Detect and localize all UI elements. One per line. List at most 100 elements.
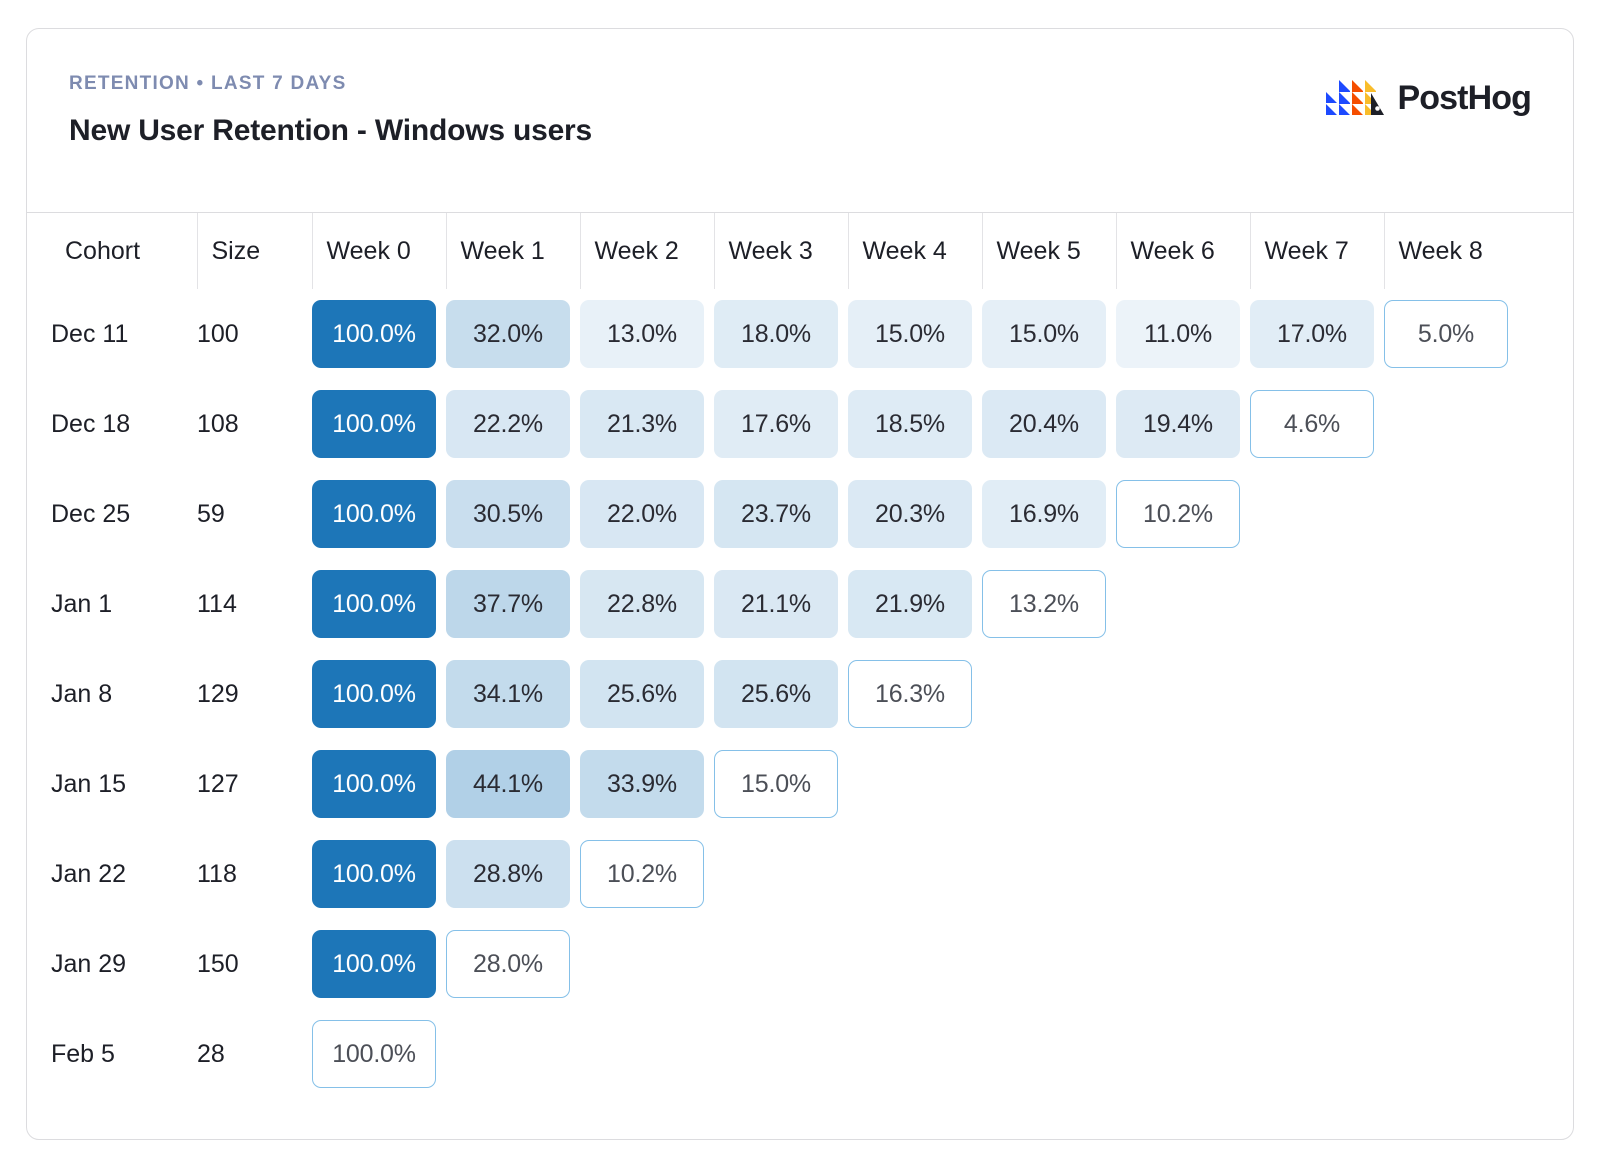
retention-cell-empty (1250, 480, 1374, 548)
cohort-size: 129 (197, 649, 312, 739)
cohort-label: Jan 1 (51, 559, 197, 649)
retention-cell-slot: 17.0% (1250, 289, 1384, 379)
retention-cell-slot: 100.0% (312, 289, 446, 379)
retention-cell-slot: 100.0% (312, 469, 446, 559)
cohort-label: Feb 5 (51, 1009, 197, 1099)
retention-cell[interactable]: 33.9% (580, 750, 704, 818)
retention-cell[interactable]: 25.6% (580, 660, 704, 728)
retention-cell-slot (714, 1009, 848, 1099)
retention-cell[interactable]: 18.0% (714, 300, 838, 368)
cohort-size: 59 (197, 469, 312, 559)
retention-cell[interactable]: 100.0% (312, 570, 436, 638)
retention-cell[interactable]: 22.2% (446, 390, 570, 458)
retention-cell-slot: 100.0% (312, 919, 446, 1009)
retention-cell[interactable]: 44.1% (446, 750, 570, 818)
posthog-brand: PostHog (1326, 73, 1531, 122)
retention-cell-current[interactable]: 4.6% (1250, 390, 1374, 458)
retention-cell-empty (982, 660, 1106, 728)
table-row: Jan 1114100.0%37.7%22.8%21.1%21.9%13.2% (51, 559, 1518, 649)
retention-cell-current[interactable]: 16.3% (848, 660, 972, 728)
retention-cell-empty (1384, 570, 1508, 638)
retention-cell-empty (1384, 930, 1508, 998)
retention-cell[interactable]: 25.6% (714, 660, 838, 728)
retention-cell-slot: 19.4% (1116, 379, 1250, 469)
retention-cell-slot: 15.0% (848, 289, 982, 379)
retention-cell[interactable]: 18.5% (848, 390, 972, 458)
retention-cell-current[interactable]: 13.2% (982, 570, 1106, 638)
retention-cell-empty (1116, 570, 1240, 638)
retention-cell[interactable]: 21.1% (714, 570, 838, 638)
column-header-week-3: Week 3 (714, 213, 848, 289)
brand-name: PostHog (1398, 81, 1531, 115)
retention-cell-current[interactable]: 10.2% (580, 840, 704, 908)
cohort-size: 108 (197, 379, 312, 469)
retention-cell-empty (1116, 840, 1240, 908)
retention-cell-slot (848, 739, 982, 829)
retention-cell-current[interactable]: 10.2% (1116, 480, 1240, 548)
retention-cell-empty (848, 1020, 972, 1088)
retention-cell[interactable]: 100.0% (312, 840, 436, 908)
retention-cell[interactable]: 15.0% (848, 300, 972, 368)
retention-cell-slot (848, 829, 982, 919)
retention-cell[interactable]: 19.4% (1116, 390, 1240, 458)
retention-cell[interactable]: 17.0% (1250, 300, 1374, 368)
retention-cell[interactable]: 22.8% (580, 570, 704, 638)
retention-cell-slot (982, 1009, 1116, 1099)
retention-cell[interactable]: 28.8% (446, 840, 570, 908)
retention-cell[interactable]: 21.3% (580, 390, 704, 458)
retention-cell-slot: 20.3% (848, 469, 982, 559)
column-header-week-1: Week 1 (446, 213, 580, 289)
cohort-size: 114 (197, 559, 312, 649)
retention-cell-empty (580, 1020, 704, 1088)
retention-cell-slot (1250, 559, 1384, 649)
retention-cell-slot: 15.0% (714, 739, 848, 829)
retention-cell-slot (714, 919, 848, 1009)
retention-cell[interactable]: 21.9% (848, 570, 972, 638)
retention-cell[interactable]: 22.0% (580, 480, 704, 548)
retention-cell[interactable]: 100.0% (312, 300, 436, 368)
retention-cell[interactable]: 30.5% (446, 480, 570, 548)
retention-cell[interactable]: 100.0% (312, 750, 436, 818)
retention-cell-current[interactable]: 28.0% (446, 930, 570, 998)
retention-cell-current[interactable]: 5.0% (1384, 300, 1508, 368)
retention-cell-slot (1116, 1009, 1250, 1099)
retention-cell[interactable]: 100.0% (312, 930, 436, 998)
retention-cell-empty (1250, 1020, 1374, 1088)
retention-cell-slot: 5.0% (1384, 289, 1518, 379)
retention-cell[interactable]: 100.0% (312, 660, 436, 728)
retention-cell-slot: 10.2% (1116, 469, 1250, 559)
retention-cell[interactable]: 11.0% (1116, 300, 1240, 368)
cohort-label: Jan 8 (51, 649, 197, 739)
retention-cell[interactable]: 20.3% (848, 480, 972, 548)
retention-cell-slot (1250, 1009, 1384, 1099)
retention-cell[interactable]: 20.4% (982, 390, 1106, 458)
retention-cell[interactable]: 15.0% (982, 300, 1106, 368)
retention-cell[interactable]: 37.7% (446, 570, 570, 638)
column-header-week-0: Week 0 (312, 213, 446, 289)
retention-cell[interactable]: 13.0% (580, 300, 704, 368)
retention-cell[interactable]: 34.1% (446, 660, 570, 728)
retention-cell[interactable]: 100.0% (312, 390, 436, 458)
retention-cell-slot: 28.8% (446, 829, 580, 919)
retention-cell-empty (714, 1020, 838, 1088)
retention-cell[interactable]: 23.7% (714, 480, 838, 548)
retention-cell-empty (848, 840, 972, 908)
retention-cell-slot: 18.5% (848, 379, 982, 469)
retention-cell-empty (446, 1020, 570, 1088)
retention-cell-slot (1250, 919, 1384, 1009)
retention-cell-slot: 100.0% (312, 829, 446, 919)
retention-cell-slot (580, 919, 714, 1009)
table-row: Jan 22118100.0%28.8%10.2% (51, 829, 1518, 919)
retention-cell-empty (1116, 1020, 1240, 1088)
retention-cell-current[interactable]: 15.0% (714, 750, 838, 818)
retention-cell-slot (1250, 739, 1384, 829)
column-header-size: Size (197, 213, 312, 289)
cohort-size: 127 (197, 739, 312, 829)
retention-cell[interactable]: 16.9% (982, 480, 1106, 548)
retention-cell-current[interactable]: 100.0% (312, 1020, 436, 1088)
retention-cell[interactable]: 100.0% (312, 480, 436, 548)
retention-cell[interactable]: 17.6% (714, 390, 838, 458)
retention-cell-empty (1384, 660, 1508, 728)
retention-cell[interactable]: 32.0% (446, 300, 570, 368)
retention-cell-empty (982, 1020, 1106, 1088)
